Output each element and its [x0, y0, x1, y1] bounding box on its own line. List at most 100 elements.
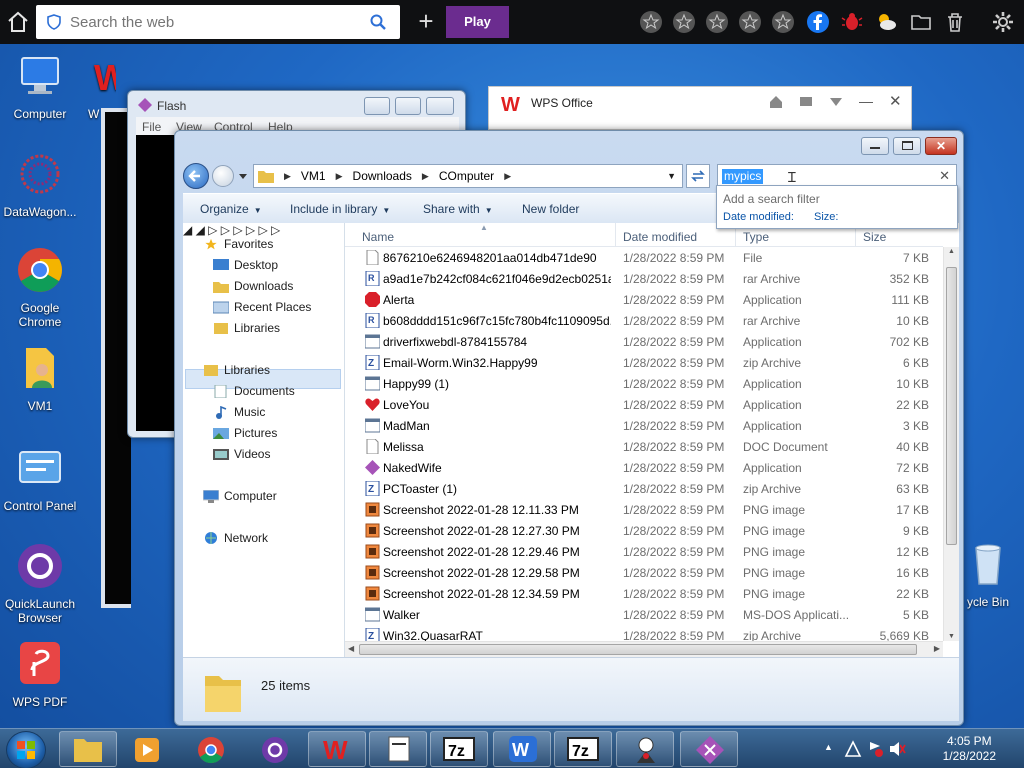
table-row[interactable]: Screenshot 2022-01-28 12.29.58 PM 1/28/20…	[345, 562, 943, 583]
start-button[interactable]	[6, 731, 46, 768]
nav-videos[interactable]: Videos	[213, 447, 270, 461]
chevron-right-icon[interactable]: ▶	[284, 171, 291, 182]
taskbar-7zip[interactable]: 7z	[430, 731, 488, 767]
desktop-icon-computer[interactable]: Computer	[0, 52, 80, 121]
desktop-icon-vm1[interactable]: VM1	[0, 344, 80, 413]
desktop-icon-quicklaunch[interactable]: QuickLaunch Browser	[0, 542, 80, 625]
maximize-button[interactable]	[395, 97, 421, 115]
nav-libraries-fav[interactable]: Libraries	[213, 321, 280, 335]
table-row[interactable]: Walker 1/28/2022 8:59 PM MS-DOS Applicati.…	[345, 604, 943, 625]
taskbar-chrome[interactable]	[184, 731, 236, 767]
taskbar-7zip-2[interactable]: 7z	[554, 731, 612, 767]
star-icon[interactable]	[738, 10, 762, 34]
share-with-button[interactable]: Share with ▼	[423, 202, 493, 216]
home-icon[interactable]	[769, 95, 783, 109]
close-button[interactable]: ✕	[889, 92, 902, 110]
taskbar-notepad[interactable]	[369, 731, 427, 767]
column-date-modified[interactable]: Date modified	[623, 230, 697, 244]
address-bar[interactable]: ▶ VM1 ▶ Downloads ▶ COmputer ▶ ▼	[253, 164, 683, 188]
desktop-icon-datawagon[interactable]: DataWagon...	[0, 150, 80, 219]
taskbar-wps[interactable]: W	[308, 731, 366, 767]
maximize-button[interactable]	[893, 137, 921, 155]
table-row[interactable]: 8676210e6246948201aa014db471de90 1/28/202…	[345, 247, 943, 268]
chevron-down-icon[interactable]: ▼	[667, 171, 676, 181]
taskbar-wps-writer[interactable]: W	[493, 731, 551, 767]
table-row[interactable]: Ra9ad1e7b242cf084c621f046e9d2ecb0251a...…	[345, 268, 943, 289]
taskbar-quicklaunch[interactable]	[248, 731, 300, 767]
table-row[interactable]: Screenshot 2022-01-28 12.11.33 PM 1/28/20…	[345, 499, 943, 520]
table-row[interactable]: Melissa 1/28/2022 8:59 PM DOC Document 40 K…	[345, 436, 943, 457]
scrollbar-thumb[interactable]	[359, 644, 917, 655]
taskbar-media[interactable]	[120, 731, 172, 767]
search-selected-text[interactable]: mypics	[722, 169, 764, 184]
expand-icon[interactable]: ▷	[208, 223, 217, 237]
desktop-icon-wps-pdf[interactable]: WPS PDF	[0, 640, 80, 709]
add-button[interactable]: +	[410, 6, 442, 38]
nav-recent-places[interactable]: Recent Places	[213, 300, 311, 314]
home-icon[interactable]	[6, 10, 30, 34]
trash-icon[interactable]	[943, 10, 967, 34]
collapse-icon[interactable]: ◢	[183, 223, 192, 237]
action-center-icon[interactable]	[866, 740, 884, 758]
nav-music[interactable]: Music	[213, 405, 265, 420]
table-row[interactable]: Screenshot 2022-01-28 12.34.59 PM 1/28/20…	[345, 583, 943, 604]
scroll-up-icon[interactable]: ▲	[948, 248, 955, 255]
filter-size[interactable]: Size:	[814, 211, 838, 223]
minimize-button[interactable]	[364, 97, 390, 115]
filter-date-modified[interactable]: Date modified:	[723, 211, 794, 223]
forward-button[interactable]	[212, 165, 234, 187]
taskbar-flash[interactable]	[680, 731, 738, 767]
folder-icon[interactable]	[909, 10, 933, 34]
column-type[interactable]: Type	[743, 230, 769, 244]
table-row[interactable]: Screenshot 2022-01-28 12.29.46 PM 1/28/20…	[345, 541, 943, 562]
expand-icon[interactable]: ▷	[258, 223, 267, 237]
menu-file[interactable]: File	[142, 120, 161, 134]
facebook-icon[interactable]	[806, 10, 830, 34]
table-row[interactable]: Rb608dddd151c96f7c15fc780b4fc1109095d...…	[345, 310, 943, 331]
nav-downloads[interactable]: Downloads	[213, 279, 293, 294]
scroll-right-icon[interactable]: ▶	[934, 644, 940, 653]
breadcrumb-vm1[interactable]: VM1	[301, 169, 326, 183]
table-row[interactable]: Happy99 (1) 1/28/2022 8:59 PM Application 1…	[345, 373, 943, 394]
table-row[interactable]: LoveYou 1/28/2022 8:59 PM Application 22 KB	[345, 394, 943, 415]
weather-icon[interactable]	[874, 10, 898, 34]
nav-computer[interactable]: Computer	[203, 489, 277, 504]
table-row[interactable]: Screenshot 2022-01-28 12.27.30 PM 1/28/20…	[345, 520, 943, 541]
column-size[interactable]: Size	[863, 230, 886, 244]
chevron-right-icon[interactable]: ▶	[504, 171, 511, 182]
bug-icon[interactable]	[840, 10, 864, 34]
expand-icon[interactable]: ▷	[271, 223, 280, 237]
table-row[interactable]: driverfixwebdl-8784155784 1/28/2022 8:59 …	[345, 331, 943, 352]
new-folder-button[interactable]: New folder	[522, 202, 579, 216]
chevron-down-icon[interactable]	[829, 96, 843, 108]
scroll-down-icon[interactable]: ▼	[948, 633, 955, 640]
minimize-button[interactable]: —	[859, 93, 873, 109]
play-button[interactable]: Play	[446, 6, 509, 38]
breadcrumb-computer[interactable]: COmputer	[439, 169, 494, 183]
collapse-icon[interactable]: ◢	[196, 223, 205, 237]
nav-favorites[interactable]: Favorites	[203, 237, 273, 251]
close-button[interactable]: ✕	[925, 137, 957, 155]
network-icon[interactable]	[844, 740, 862, 758]
chevron-right-icon[interactable]: ▶	[422, 171, 429, 182]
nav-documents[interactable]: Documents	[213, 384, 295, 399]
table-row[interactable]: Z Email-Worm.Win32.Happy99 1/28/2022 8:59 …	[345, 352, 943, 373]
volume-icon[interactable]	[888, 740, 906, 758]
star-icon[interactable]	[672, 10, 696, 34]
nav-network[interactable]: Network	[203, 531, 268, 545]
back-button[interactable]	[183, 163, 209, 189]
gear-icon[interactable]	[991, 10, 1015, 34]
table-row[interactable]: MadMan 1/28/2022 8:59 PM Application 3 KB	[345, 415, 943, 436]
horizontal-scrollbar[interactable]: ◀ ▶	[345, 641, 943, 657]
table-row[interactable]: NakedWife 1/28/2022 8:59 PM Application 72 …	[345, 457, 943, 478]
desktop-icon-chrome[interactable]: Google Chrome	[0, 246, 80, 329]
clock[interactable]: 4:05 PM 1/28/2022	[943, 734, 996, 764]
vertical-scrollbar[interactable]: ▲ ▼	[943, 247, 959, 641]
refresh-button[interactable]	[686, 164, 710, 188]
breadcrumb-downloads[interactable]: Downloads	[353, 169, 412, 183]
scroll-left-icon[interactable]: ◀	[348, 644, 354, 653]
chevron-down-icon[interactable]	[238, 173, 248, 181]
close-button[interactable]	[426, 97, 454, 115]
star-icon[interactable]	[705, 10, 729, 34]
expand-icon[interactable]: ▷	[233, 223, 242, 237]
